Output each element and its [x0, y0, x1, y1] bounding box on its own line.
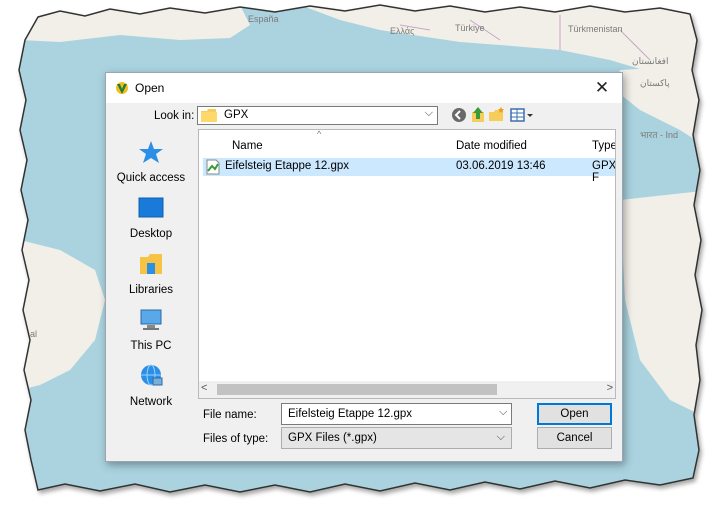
file-row[interactable]: Eifelsteig Etappe 12.gpx 03.06.2019 13:4…	[203, 158, 615, 184]
map-label: افغانستان	[632, 56, 669, 66]
desktop-icon	[138, 197, 164, 218]
map-label: Türkiye	[455, 23, 485, 33]
up-folder-icon[interactable]	[469, 106, 487, 124]
place-quick-access[interactable]: Quick access	[111, 139, 191, 184]
chevron-down-icon: ⌵	[424, 107, 433, 119]
close-icon: ✕	[594, 78, 610, 97]
file-type-value: GPX Files (*.gpx)	[288, 432, 377, 444]
place-desktop[interactable]: Desktop	[111, 195, 191, 240]
view-menu-icon[interactable]	[509, 106, 535, 124]
map-label: Ελλάς	[390, 26, 415, 36]
libraries-icon	[140, 254, 162, 274]
file-type-label: Files of type:	[203, 433, 269, 445]
back-icon[interactable]	[450, 106, 468, 124]
new-folder-icon[interactable]	[488, 106, 506, 124]
map-label: al	[30, 329, 38, 339]
map-label: España	[248, 14, 279, 24]
look-in-value: GPX	[224, 109, 249, 121]
place-label: Quick access	[116, 172, 186, 184]
place-label: Desktop	[129, 228, 173, 240]
column-header-date[interactable]: Date modified	[456, 140, 527, 152]
file-name-input[interactable]	[281, 403, 512, 425]
place-this-pc[interactable]: This PC	[111, 307, 191, 352]
network-icon	[141, 364, 163, 386]
place-label: Network	[129, 396, 173, 408]
chevron-down-icon: ⌵	[496, 431, 505, 443]
scroll-left-icon[interactable]: <	[201, 382, 207, 394]
open-dialog: Open ✕ Look in: GPX ⌵ Quick access Deskt…	[105, 72, 623, 462]
close-button[interactable]: ✕	[582, 73, 622, 103]
file-name-label: File name:	[203, 409, 257, 421]
file-type-cell: GPX F	[592, 160, 616, 184]
scrollbar-thumb[interactable]	[217, 384, 497, 395]
scroll-right-icon[interactable]: >	[607, 382, 613, 394]
place-label: Libraries	[128, 284, 174, 296]
sort-caret-icon: ^	[317, 129, 322, 139]
look-in-dropdown[interactable]: GPX ⌵	[197, 106, 438, 125]
file-name-cell: Eifelsteig Etappe 12.gpx	[225, 160, 350, 172]
folder-icon	[201, 109, 217, 122]
file-date-cell: 03.06.2019 13:46	[456, 160, 546, 172]
place-libraries[interactable]: Libraries	[111, 251, 191, 296]
file-type-dropdown[interactable]: GPX Files (*.gpx) ⌵	[281, 427, 512, 449]
place-label: This PC	[130, 340, 172, 352]
column-header-name[interactable]: Name	[232, 140, 263, 152]
map-label: Türkmenistan	[568, 24, 623, 34]
title-bar[interactable]: Open ✕	[106, 73, 622, 103]
dialog-title: Open	[135, 81, 165, 95]
app-logo-icon	[116, 82, 128, 94]
look-in-label: Look in:	[154, 110, 195, 122]
horizontal-scrollbar[interactable]: < >	[199, 381, 615, 398]
map-label: پاکستان	[640, 78, 670, 88]
gpx-file-icon	[206, 159, 220, 175]
cancel-button[interactable]: Cancel	[537, 427, 612, 449]
column-header-type[interactable]: Type	[592, 140, 615, 152]
computer-icon	[140, 309, 162, 330]
star-icon	[139, 141, 163, 163]
chevron-down-icon[interactable]: ⌵	[499, 406, 507, 419]
map-label: भारत - Ind	[640, 130, 678, 140]
places-bar: Quick access Desktop Libraries This PC N…	[111, 129, 191, 429]
file-list[interactable]: ^ Name Date modified Type Eifelsteig Eta…	[198, 129, 616, 399]
open-button[interactable]: Open	[537, 403, 612, 425]
place-network[interactable]: Network	[111, 363, 191, 408]
